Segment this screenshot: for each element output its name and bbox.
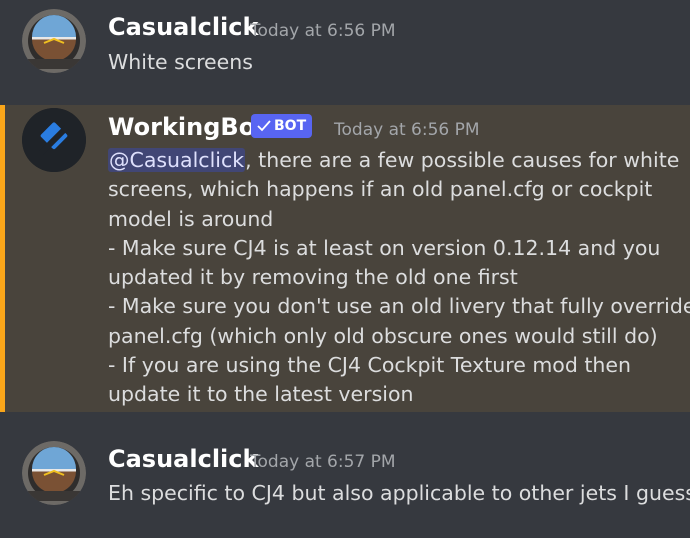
bot-logo-icon bbox=[22, 108, 86, 172]
user-avatar[interactable] bbox=[22, 9, 86, 73]
user-mention[interactable]: @Casualclick bbox=[108, 148, 246, 172]
bot-avatar[interactable] bbox=[22, 108, 86, 172]
bot-badge: BOT bbox=[251, 114, 313, 138]
message-line: - If you are using the CJ4 Cockpit Textu… bbox=[108, 353, 632, 378]
message-casualclick-2: Casualclick Today at 6:57 PM Eh specific… bbox=[0, 412, 690, 538]
author-name[interactable]: Casualclick bbox=[108, 13, 258, 41]
message-line: - Make sure CJ4 is at least on version 0… bbox=[108, 235, 661, 260]
message-line: model is around bbox=[108, 206, 274, 231]
message-line: - Make sure you don't use an old livery … bbox=[108, 294, 690, 319]
message-content: Eh specific to CJ4 but also applicable t… bbox=[108, 479, 690, 508]
author-name[interactable]: Casualclick bbox=[108, 445, 258, 473]
author-name[interactable]: WorkingBot bbox=[108, 113, 267, 141]
message-content: White screens bbox=[108, 48, 683, 77]
attitude-indicator-icon bbox=[22, 441, 86, 505]
message-timestamp: Today at 6:57 PM bbox=[250, 452, 396, 472]
message-text: , there are a few possible causes for wh… bbox=[245, 148, 680, 172]
message-line: update it to the latest version bbox=[108, 382, 414, 407]
attitude-indicator-icon bbox=[22, 9, 86, 73]
user-avatar[interactable] bbox=[22, 441, 86, 505]
message-line: screens, which happens if an old panel.c… bbox=[108, 177, 653, 202]
bot-badge-label: BOT bbox=[274, 118, 307, 134]
message-line: White screens bbox=[108, 50, 253, 74]
message-timestamp: Today at 6:56 PM bbox=[334, 120, 480, 140]
message-line: @Casualclick, there are a few possible c… bbox=[108, 146, 683, 175]
message-line: panel.cfg (which only old obscure ones w… bbox=[108, 323, 658, 348]
message-line: Eh specific to CJ4 but also applicable t… bbox=[108, 481, 690, 505]
message-workingbot: WorkingBot BOT Today at 6:56 PM @Casualc… bbox=[0, 105, 690, 412]
verified-check-icon bbox=[257, 120, 271, 132]
message-casualclick-1: Casualclick Today at 6:56 PM White scree… bbox=[0, 0, 690, 100]
message-line: updated it by removing the old one first bbox=[108, 265, 518, 290]
message-content: @Casualclick, there are a few possible c… bbox=[108, 146, 690, 410]
message-timestamp: Today at 6:56 PM bbox=[250, 21, 396, 41]
